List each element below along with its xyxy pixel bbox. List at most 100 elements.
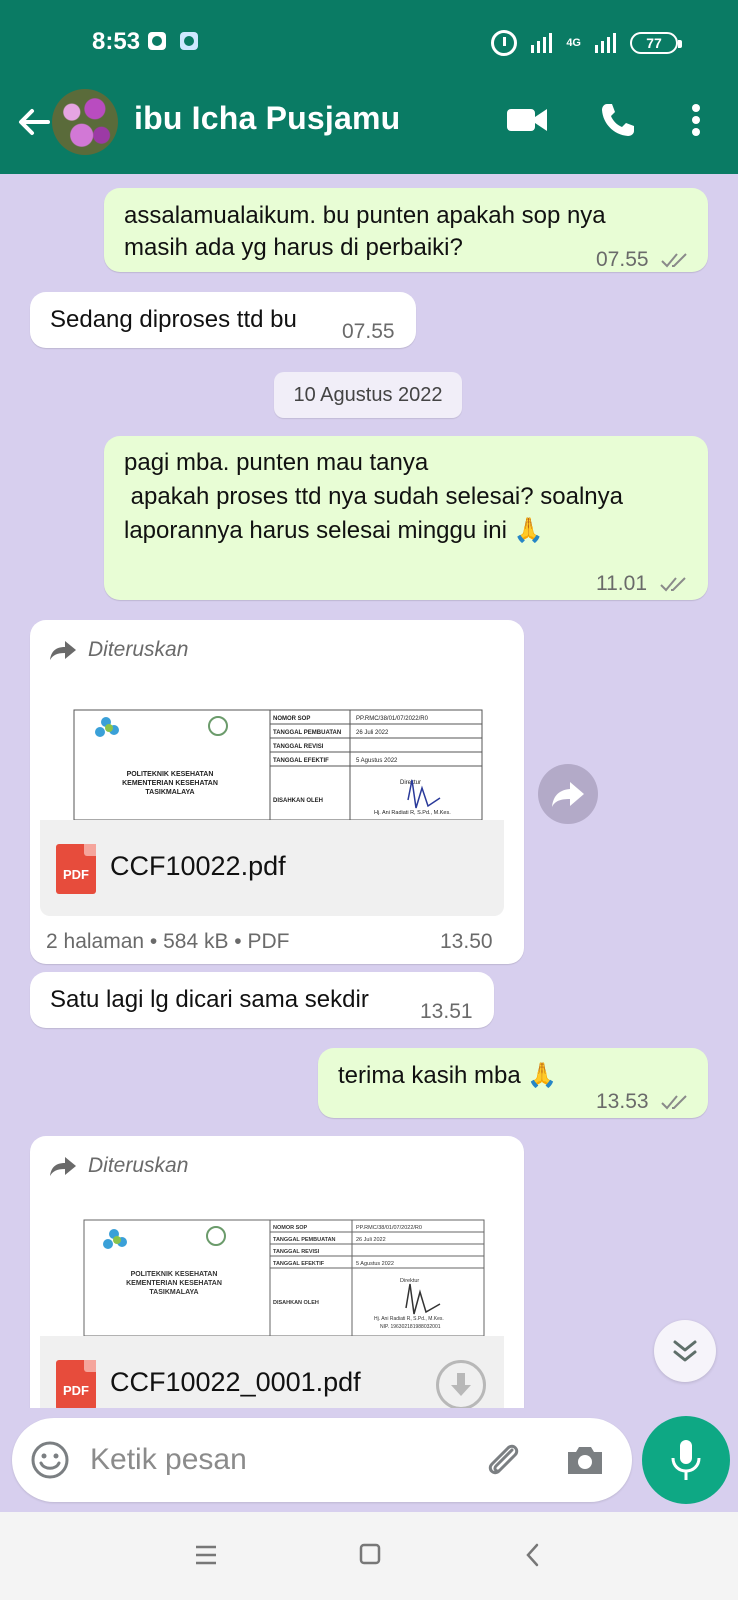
status-time: 8:53 [92, 28, 141, 55]
notification-icon [148, 32, 166, 50]
institution-line-2: KEMENTERIAN KESEHATAN [126, 1280, 222, 1287]
doc-label: TANGGAL EFEKTIF [273, 758, 329, 764]
institution-line-3: TASIKMALAYA [149, 1289, 198, 1296]
message-text: Satu lagi lg dicari sama sekdir [50, 986, 369, 1013]
more-options-icon[interactable] [684, 100, 708, 140]
signer-name: Hj. Ani Radiati R, S.Pd., M.Kes. [374, 1316, 444, 1322]
signal-icon [531, 33, 553, 53]
forwarded-label: Diteruskan [48, 1150, 188, 1182]
phone-call-icon[interactable] [598, 100, 638, 140]
doc-label: NOMOR SOP [273, 716, 310, 722]
notification-icon [180, 32, 198, 50]
network-type: 4G [566, 37, 581, 49]
incoming-document-message[interactable]: Diteruskan POLITEKNIK KESEHATAN KEMENTER… [30, 1136, 524, 1408]
voice-record-button[interactable] [642, 1416, 730, 1504]
forward-share-button[interactable] [538, 764, 598, 824]
doc-label: TANGGAL PEMBUATAN [273, 730, 341, 736]
message-time: 13.50 [440, 930, 493, 953]
document-preview[interactable]: POLITEKNIK KESEHATAN KEMENTERIAN KESEHAT… [40, 680, 504, 820]
outgoing-message[interactable]: terima kasih mba 🙏 13.53 [318, 1048, 708, 1118]
read-ticks-icon [661, 253, 688, 268]
scroll-to-bottom-button[interactable] [654, 1320, 716, 1382]
file-info: 2 halaman • 584 kB • PDF [46, 930, 290, 953]
doc-label: TANGGAL REVISI [273, 1249, 320, 1255]
contact-avatar[interactable] [52, 89, 118, 155]
incoming-message[interactable]: Sedang diproses ttd bu 07.55 [30, 292, 416, 348]
outgoing-message[interactable]: assalamualaikum. bu punten apakah sop ny… [104, 188, 708, 272]
battery-indicator: 77 [630, 32, 682, 54]
doc-value: PP.RMC/38/01/07/2022/R0 [356, 716, 429, 722]
message-time: 13.53 [596, 1086, 692, 1118]
chat-area[interactable]: assalamualaikum. bu punten apakah sop ny… [0, 174, 738, 1408]
document-file-card[interactable]: PDF CCF10022_0001.pdf [40, 1336, 504, 1408]
doc-value: Direktur [400, 1278, 419, 1284]
read-ticks-icon [660, 577, 686, 592]
document-preview[interactable]: POLITEKNIK KESEHATAN KEMENTERIAN KESEHAT… [40, 1196, 504, 1336]
back-icon[interactable] [524, 1542, 542, 1568]
pdf-file-icon: PDF [56, 844, 96, 894]
system-navigation-bar [0, 1512, 738, 1600]
signal-icon [595, 33, 616, 53]
forward-arrow-icon [50, 1157, 76, 1176]
doc-label: TANGGAL PEMBUATAN [273, 1237, 336, 1243]
forwarded-text: Diteruskan [88, 638, 189, 661]
document-file-card[interactable]: PDF CCF10022.pdf [40, 820, 504, 916]
doc-value: 26 Juli 2022 [356, 730, 389, 736]
time-text: 07.55 [596, 248, 649, 271]
emoji-icon[interactable] [30, 1440, 70, 1480]
file-name: CCF10022_0001.pdf [110, 1367, 361, 1397]
file-name: CCF10022.pdf [110, 851, 286, 881]
date-separator: 10 Agustus 2022 [274, 372, 462, 418]
doc-value: 5 Agustus 2022 [356, 758, 398, 764]
time-text: 13.53 [596, 1090, 649, 1113]
doc-label: TANGGAL REVISI [273, 744, 324, 750]
incoming-message[interactable]: Satu lagi lg dicari sama sekdir 13.51 [30, 972, 494, 1028]
message-time: 11.01 [596, 568, 691, 600]
forward-arrow-icon [50, 641, 76, 660]
status-bar: 8:53 4G 77 [0, 0, 738, 84]
time-text: 11.01 [596, 572, 647, 595]
message-text: pagi mba. punten mau tanya apakah proses… [124, 449, 623, 544]
forwarded-text: Diteruskan [88, 1154, 189, 1177]
download-arrow-icon [451, 1373, 471, 1396]
message-time: 07.55 [342, 320, 395, 343]
pdf-file-icon: PDF [56, 1360, 96, 1408]
camera-icon[interactable] [564, 1440, 606, 1480]
doc-label: NOMOR SOP [273, 1225, 308, 1231]
message-text: terima kasih mba 🙏 [338, 1062, 558, 1089]
read-ticks-icon [661, 1095, 688, 1110]
chat-header: ibu Icha Pusjamu [0, 84, 738, 174]
forwarded-label: Diteruskan [48, 634, 188, 666]
download-button[interactable] [436, 1360, 486, 1408]
document-preview-image: POLITEKNIK KESEHATAN KEMENTERIAN KESEHAT… [73, 709, 483, 820]
share-arrow-icon [552, 782, 584, 807]
alarm-icon [491, 30, 518, 56]
doc-value: PP.RMC/38/01/07/2022/R0 [356, 1225, 422, 1231]
doc-value: 5 Agustus 2022 [356, 1261, 394, 1267]
message-time: 13.51 [420, 1000, 473, 1023]
incoming-document-message[interactable]: Diteruskan POLITEKNIK KESEHATAN KEMENTER… [30, 620, 524, 964]
contact-name[interactable]: ibu Icha Pusjamu [134, 100, 400, 137]
doc-label: DISAHKAN OLEH [273, 798, 323, 804]
institution-line-3: TASIKMALAYA [145, 789, 194, 796]
doc-label: TANGGAL EFEKTIF [273, 1261, 325, 1267]
microphone-icon [671, 1440, 701, 1480]
back-arrow-icon[interactable] [14, 102, 54, 142]
home-icon[interactable] [358, 1542, 382, 1566]
institution-line-1: POLITEKNIK KESEHATAN [127, 771, 214, 778]
attachment-icon[interactable] [482, 1438, 526, 1482]
message-composer [12, 1418, 632, 1502]
outgoing-message[interactable]: pagi mba. punten mau tanya apakah proses… [104, 436, 708, 600]
message-time: 07.55 [596, 244, 692, 276]
message-text: assalamualaikum. bu punten apakah sop ny… [124, 202, 606, 261]
message-text: Sedang diproses ttd bu [50, 306, 297, 333]
institution-line-2: KEMENTERIAN KESEHATAN [122, 780, 218, 787]
doc-value: 26 Juli 2022 [356, 1237, 386, 1243]
menu-icon[interactable] [194, 1544, 218, 1566]
video-call-icon[interactable] [506, 104, 548, 136]
double-chevron-down-icon [673, 1340, 697, 1362]
signer-name: Hj. Ani Radiati R, S.Pd., M.Kes. [374, 810, 451, 816]
institution-line-1: POLITEKNIK KESEHATAN [131, 1271, 218, 1278]
message-input[interactable] [90, 1418, 470, 1502]
doc-label: DISAHKAN OLEH [273, 1300, 319, 1306]
